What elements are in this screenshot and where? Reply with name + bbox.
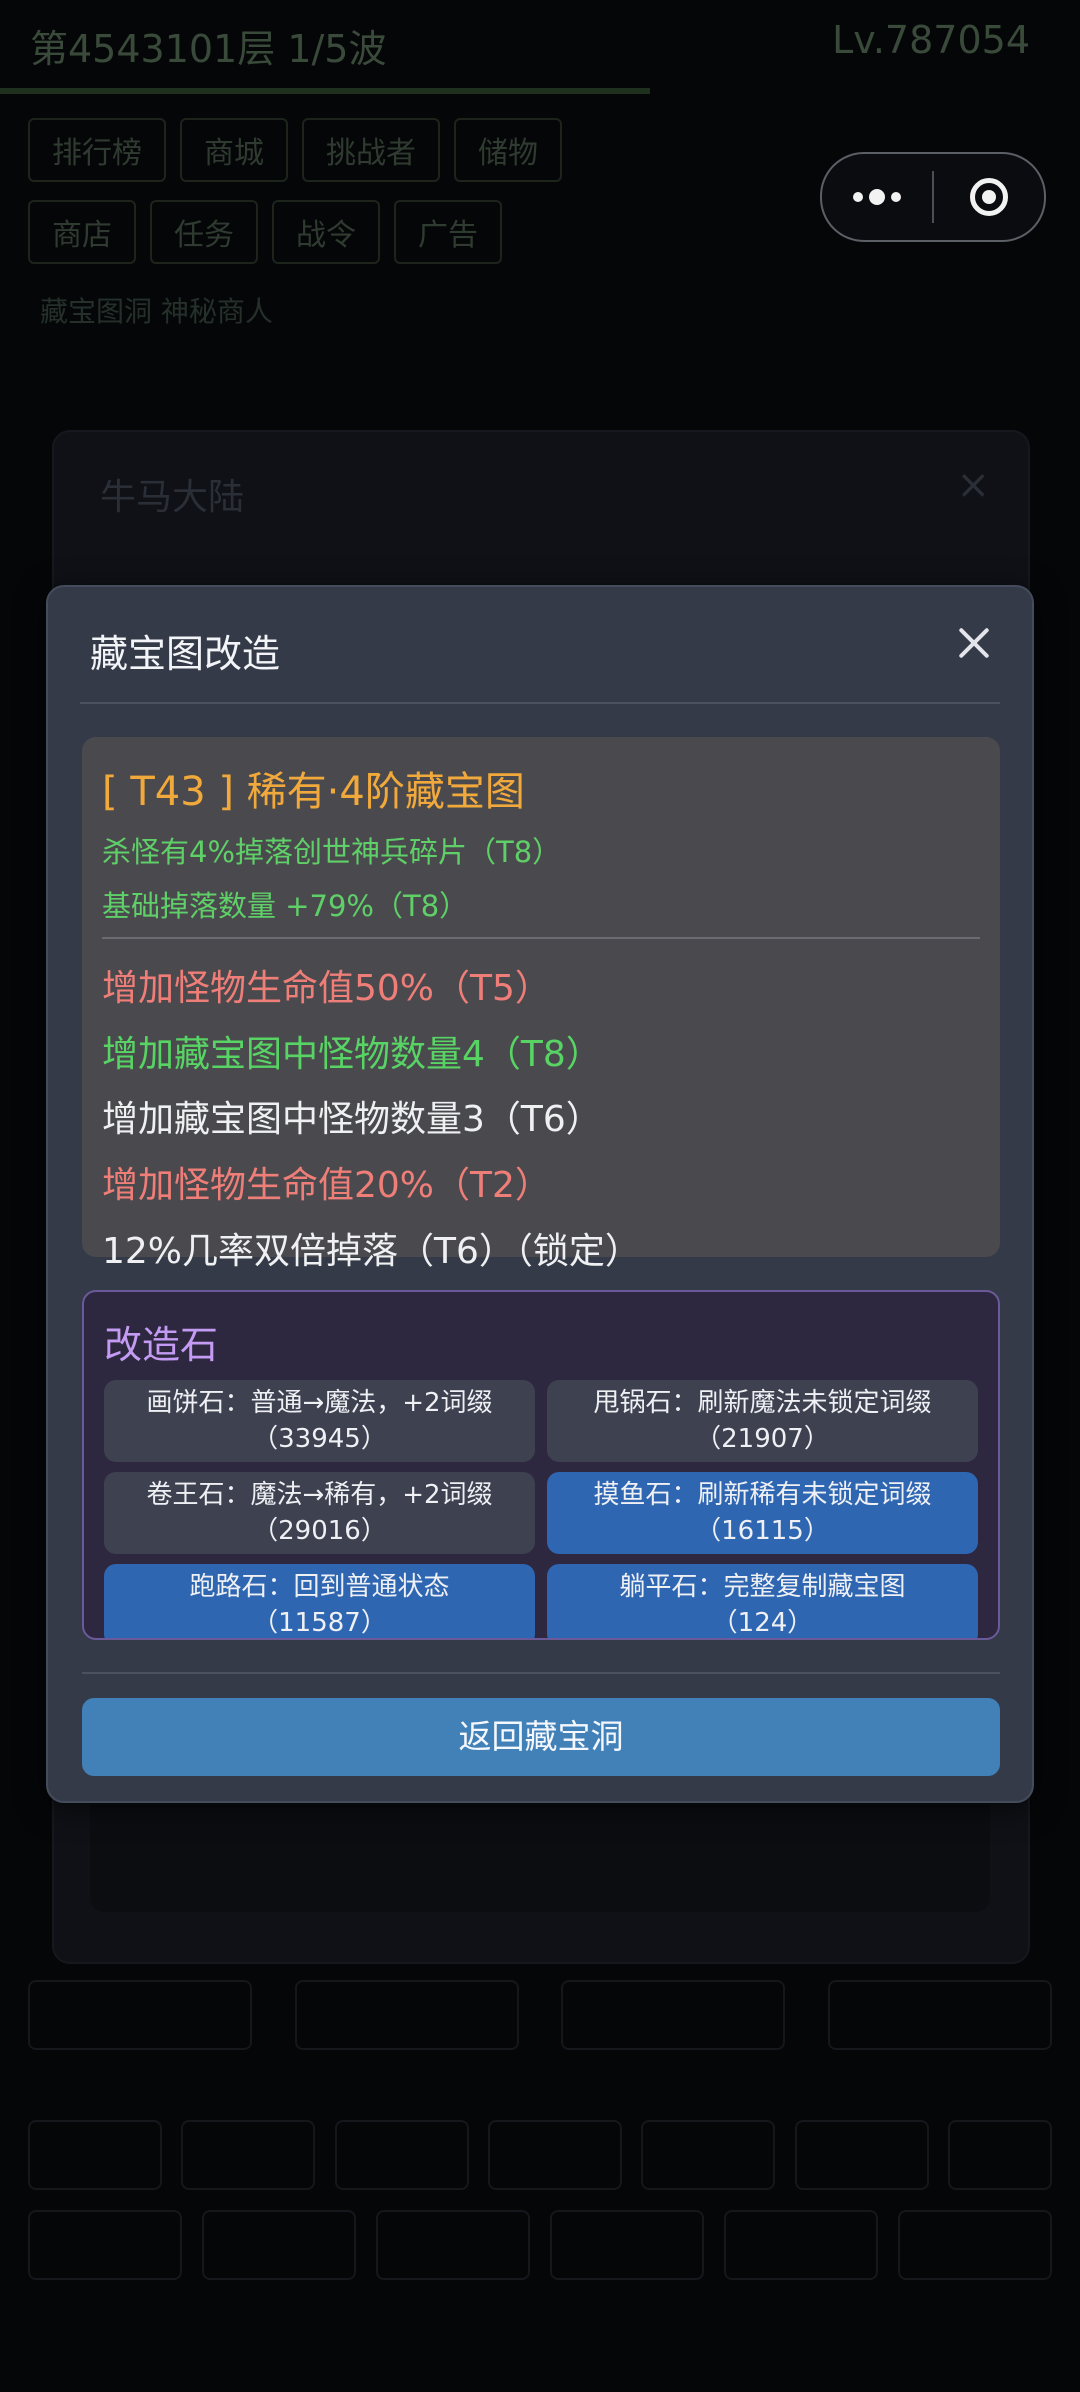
miniprogram-capsule [820,152,1046,242]
bg-bottom-button [294,1980,519,2050]
implicit-affix: 杀怪有4%掉落创世神兵碎片（T8） [102,835,562,869]
bg-dialog-title: 牛马大陆 [100,477,245,518]
stone-button-paolu[interactable]: 跑路石：回到普通状态 （11587） [104,1564,535,1638]
bg-tab: 储物 [454,118,562,182]
bg-bottom-button [947,2120,1052,2190]
bg-tab: 挑战者 [302,118,440,182]
bg-bottom-row-3 [28,2210,1052,2280]
stone-count: （124） [711,1608,814,1638]
stone-count: （33945） [252,1424,387,1454]
stone-button-grid: 画饼石：普通→魔法，+2词缀 （33945） 甩锅石：刷新魔法未锁定词缀 （21… [104,1380,978,1638]
stone-label: 卷王石：魔法→稀有，+2词缀 [146,1480,493,1510]
bg-row-3: 藏宝图洞 神秘商人 [40,295,273,328]
floor-text: 第4543101层 1/5波 [30,27,387,71]
level-text: Lv.787054 [832,18,1030,62]
return-treasure-cave-button[interactable]: 返回藏宝洞 [82,1698,1000,1776]
stone-button-tangping[interactable]: 躺平石：完整复制藏宝图 （124） [547,1564,978,1638]
bg-bottom-button [794,2120,929,2190]
stone-panel-title: 改造石 [104,1323,219,1367]
bg-tab: 任务 [150,200,258,264]
stone-label: 摸鱼石：刷新稀有未锁定词缀 [593,1480,932,1510]
bg-bottom-button [898,2210,1052,2280]
bg-bottom-row-1 [28,1980,1052,2050]
map-affix-locked: 12%几率双倍掉落（T6）（锁定） [102,1231,641,1272]
bg-tab: 广告 [394,200,502,264]
modify-stone-panel: 改造石 画饼石：普通→魔法，+2词缀 （33945） 甩锅石：刷新魔法未锁定词缀… [82,1290,1000,1640]
target-ring [970,178,1008,216]
stone-count: （11587） [252,1608,387,1638]
bg-bottom-button [487,2120,622,2190]
bg-bottom-row-2 [28,2120,1052,2190]
more-dot [891,192,901,202]
treasure-map-card: [ T43 ] 稀有·4阶藏宝图 杀怪有4%掉落创世神兵碎片（T8） 基础掉落数… [82,737,1000,1272]
card-divider [102,937,980,939]
bg-tabs-row-2: 商店 任务 战令 广告 [28,200,502,264]
bg-tab: 战令 [272,200,380,264]
bg-bottom-button [181,2120,316,2190]
bg-dialog-close-icon: × [956,462,990,508]
close-icon[interactable] [954,623,994,663]
stone-label: 画饼石：普通→魔法，+2词缀 [146,1388,493,1418]
stone-count: （29016） [252,1516,387,1546]
bg-bottom-button [28,2210,182,2280]
map-title: [ T43 ] 稀有·4阶藏宝图 [102,769,525,815]
bg-bottom-button [550,2210,704,2280]
bg-bottom-button [561,1980,786,2050]
bg-bottom-button [376,2210,530,2280]
stone-label: 躺平石：完整复制藏宝图 [619,1572,906,1602]
stone-label: 跑路石：回到普通状态 [189,1572,450,1602]
treasure-map-modify-modal: 藏宝图改造 [ T43 ] 稀有·4阶藏宝图 杀怪有4%掉落创世神兵碎片（T8）… [46,585,1034,1803]
bg-tab: 排行榜 [28,118,166,182]
map-affix: 增加怪物生命值20%（T2） [102,1165,551,1206]
map-affix: 增加怪物生命值50%（T5） [102,968,551,1009]
map-affix: 增加藏宝图中怪物数量4（T8） [102,1034,602,1075]
bg-bottom-button [827,1980,1052,2050]
bg-tab: 商店 [28,200,136,264]
more-menu-icon[interactable] [822,154,932,240]
wave-progress-bar [0,88,650,94]
stone-count: （16115） [695,1516,830,1546]
implicit-affix: 基础掉落数量 +79%（T8） [102,889,469,923]
stone-button-moyu[interactable]: 摸鱼石：刷新稀有未锁定词缀 （16115） [547,1472,978,1554]
stone-button-huabing[interactable]: 画饼石：普通→魔法，+2词缀 （33945） [104,1380,535,1462]
footer-divider [82,1672,1000,1674]
bg-bottom-button [334,2120,469,2190]
bg-bottom-button [28,2120,162,2190]
stone-label: 甩锅石：刷新魔法未锁定词缀 [593,1388,932,1418]
more-dot [853,192,863,202]
modal-title: 藏宝图改造 [90,632,281,676]
bg-bottom-button [28,1980,252,2050]
bg-tabs-row-1: 排行榜 商城 挑战者 储物 [28,118,562,182]
modal-divider [80,702,1000,704]
stone-button-juanwang[interactable]: 卷王石：魔法→稀有，+2词缀 （29016） [104,1472,535,1554]
stone-count: （21907） [695,1424,830,1454]
more-dot [869,189,885,205]
map-affix: 增加藏宝图中怪物数量3（T6） [102,1099,602,1140]
bg-bottom-button [641,2120,776,2190]
target-dot [982,190,996,204]
stone-button-shuaiguo[interactable]: 甩锅石：刷新魔法未锁定词缀 （21907） [547,1380,978,1462]
bg-bottom-button [202,2210,356,2280]
exit-target-icon[interactable] [934,154,1044,240]
bg-bottom-button [724,2210,878,2280]
bg-tab: 商城 [180,118,288,182]
